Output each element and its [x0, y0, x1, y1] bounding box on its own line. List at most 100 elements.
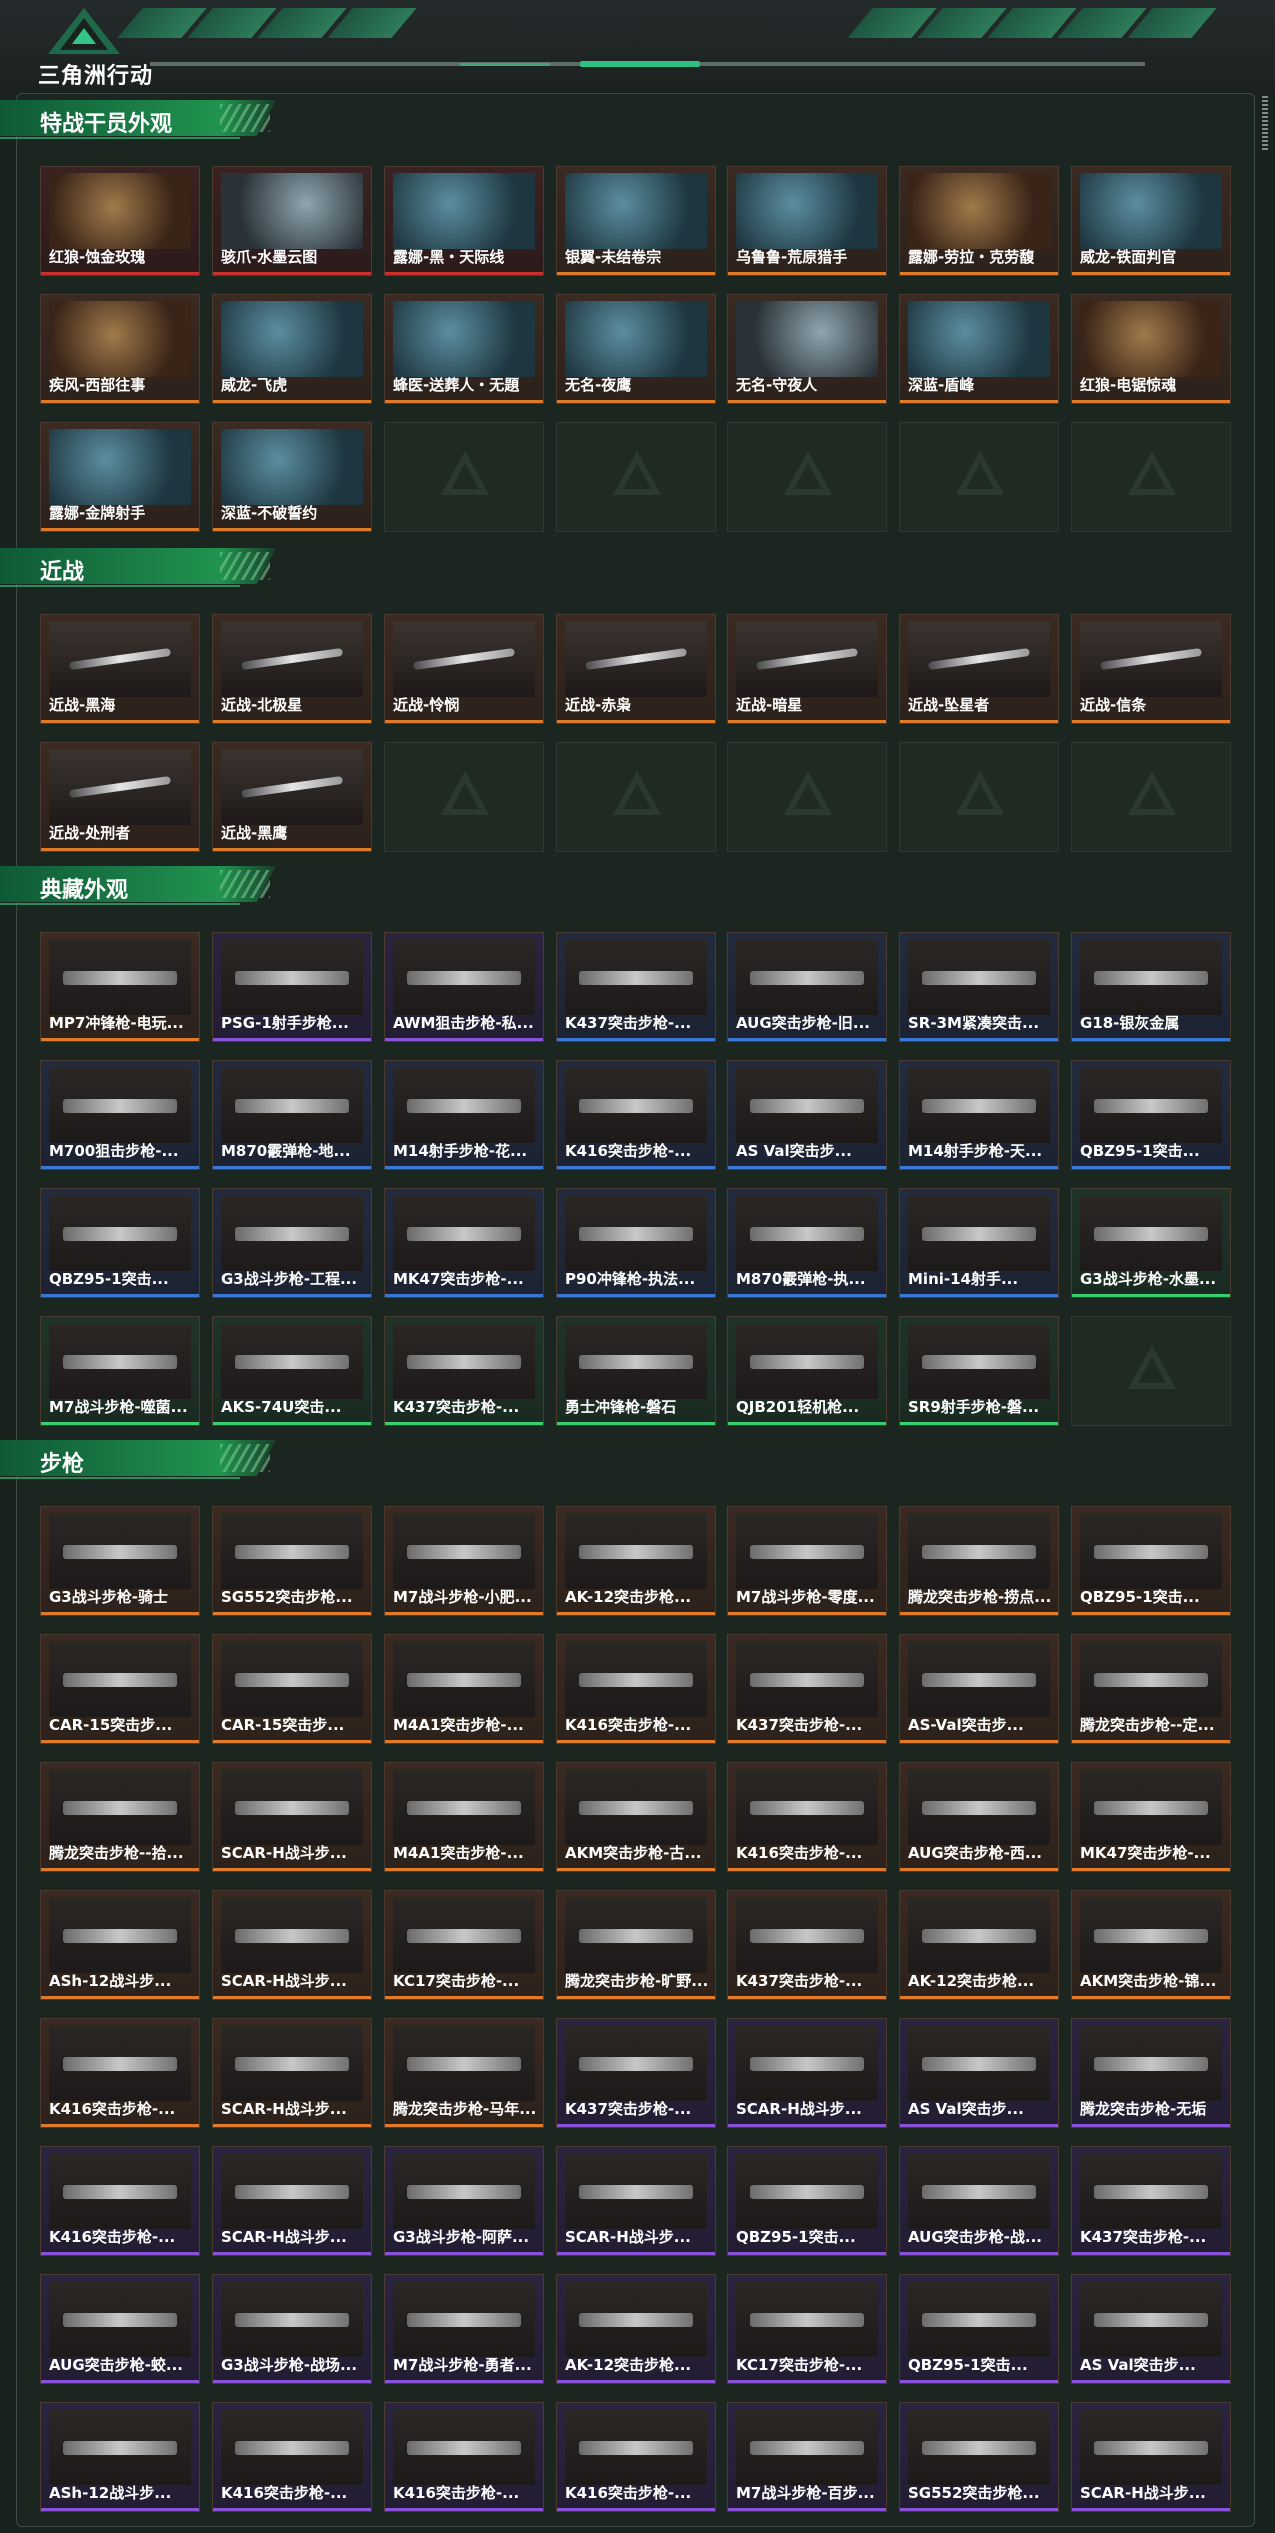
item-card[interactable]: AK-12突击步枪... — [556, 2274, 716, 2384]
item-card[interactable]: 近战-怜悯 — [384, 614, 544, 724]
item-card[interactable]: G3战斗步枪-骑士 — [40, 1506, 200, 1616]
item-card[interactable]: SCAR-H战斗步... — [1071, 2402, 1231, 2512]
item-card[interactable]: 无名-守夜人 — [727, 294, 887, 404]
item-card[interactable]: PSG-1射手步枪... — [212, 932, 372, 1042]
item-card[interactable]: M870霰弹枪-执... — [727, 1188, 887, 1298]
item-card[interactable]: MK47突击步枪-... — [384, 1188, 544, 1298]
item-card[interactable]: Mini-14射手... — [899, 1188, 1059, 1298]
item-card[interactable]: M7战斗步枪-噬菌... — [40, 1316, 200, 1426]
item-card[interactable]: MK47突击步枪-... — [1071, 1762, 1231, 1872]
item-card[interactable]: M7战斗步枪-勇者... — [384, 2274, 544, 2384]
item-card[interactable]: 近战-信条 — [1071, 614, 1231, 724]
item-card[interactable]: QBZ95-1突击... — [1071, 1506, 1231, 1616]
item-card[interactable]: QBZ95-1突击... — [1071, 1060, 1231, 1170]
item-card[interactable]: 威龙-飞虎 — [212, 294, 372, 404]
item-card[interactable]: AS Val突击步... — [899, 2018, 1059, 2128]
item-card[interactable]: 露娜-劳拉・克劳馥 — [899, 166, 1059, 276]
item-card[interactable]: G3战斗步枪-工程... — [212, 1188, 372, 1298]
item-card[interactable]: 红狼-蚀金玫瑰 — [40, 166, 200, 276]
item-card[interactable]: QBZ95-1突击... — [899, 2274, 1059, 2384]
item-card[interactable]: K437突击步枪-... — [727, 1890, 887, 2000]
item-card[interactable]: 近战-处刑者 — [40, 742, 200, 852]
item-card[interactable]: K416突击步枪-... — [384, 2402, 544, 2512]
item-card[interactable]: G18-银灰金属 — [1071, 932, 1231, 1042]
item-card[interactable]: K437突击步枪-... — [556, 932, 716, 1042]
item-card[interactable]: 腾龙突击步枪--定... — [1071, 1634, 1231, 1744]
item-card[interactable]: QBZ95-1突击... — [727, 2146, 887, 2256]
item-card[interactable]: G3战斗步枪-战场... — [212, 2274, 372, 2384]
item-card[interactable]: SR-3M紧凑突击... — [899, 932, 1059, 1042]
item-card[interactable]: K437突击步枪-... — [384, 1316, 544, 1426]
item-card[interactable]: 深蓝-盾峰 — [899, 294, 1059, 404]
item-card[interactable]: AS-Val突击步... — [899, 1634, 1059, 1744]
item-card[interactable]: 威龙-铁面判官 — [1071, 166, 1231, 276]
item-card[interactable]: CAR-15突击步... — [212, 1634, 372, 1744]
item-card[interactable]: M4A1突击步枪-... — [384, 1762, 544, 1872]
item-card[interactable]: K437突击步枪-... — [727, 1634, 887, 1744]
item-card[interactable]: SG552突击步枪... — [899, 2402, 1059, 2512]
item-card[interactable]: M7战斗步枪-小肥... — [384, 1506, 544, 1616]
item-card[interactable]: 深蓝-不破誓约 — [212, 422, 372, 532]
item-card[interactable]: 乌鲁鲁-荒原猎手 — [727, 166, 887, 276]
item-card[interactable]: M7战斗步枪-百步... — [727, 2402, 887, 2512]
item-card[interactable]: AKS-74U突击... — [212, 1316, 372, 1426]
item-card[interactable]: M870霰弹枪-地... — [212, 1060, 372, 1170]
item-card[interactable]: M14射手步枪-花... — [384, 1060, 544, 1170]
item-card[interactable]: KC17突击步枪-... — [384, 1890, 544, 2000]
item-card[interactable]: ASh-12战斗步... — [40, 2402, 200, 2512]
item-card[interactable]: 蜂医-送葬人・无題 — [384, 294, 544, 404]
item-card[interactable]: K416突击步枪-... — [727, 1762, 887, 1872]
item-card[interactable]: 腾龙突击步枪--拾... — [40, 1762, 200, 1872]
item-card[interactable]: 红狼-电锯惊魂 — [1071, 294, 1231, 404]
item-card[interactable]: SCAR-H战斗步... — [212, 1762, 372, 1872]
item-card[interactable]: 腾龙突击步枪-无垢 — [1071, 2018, 1231, 2128]
item-card[interactable]: M700狙击步枪-... — [40, 1060, 200, 1170]
item-card[interactable]: SCAR-H战斗步... — [212, 2146, 372, 2256]
item-card[interactable]: 近战-北极星 — [212, 614, 372, 724]
item-card[interactable]: 腾龙突击步枪-旷野... — [556, 1890, 716, 2000]
item-card[interactable]: G3战斗步枪-水墨... — [1071, 1188, 1231, 1298]
item-card[interactable]: QJB201轻机枪... — [727, 1316, 887, 1426]
item-card[interactable]: SCAR-H战斗步... — [212, 1890, 372, 2000]
item-card[interactable]: K437突击步枪-... — [1071, 2146, 1231, 2256]
item-card[interactable]: ASh-12战斗步... — [40, 1890, 200, 2000]
item-card[interactable]: 骇爪-水墨云图 — [212, 166, 372, 276]
item-card[interactable]: AK-12突击步枪... — [556, 1506, 716, 1616]
item-card[interactable]: K437突击步枪-... — [556, 2018, 716, 2128]
item-card[interactable]: K416突击步枪-... — [556, 1634, 716, 1744]
item-card[interactable]: K416突击步枪-... — [556, 1060, 716, 1170]
item-card[interactable]: AUG突击步枪-旧... — [727, 932, 887, 1042]
scrollbar[interactable] — [1262, 96, 1268, 152]
item-card[interactable]: AKM突击步枪-古... — [556, 1762, 716, 1872]
item-card[interactable]: 近战-黑鹰 — [212, 742, 372, 852]
item-card[interactable]: AUG突击步枪-蛟... — [40, 2274, 200, 2384]
item-card[interactable]: AS Val突击步... — [1071, 2274, 1231, 2384]
item-card[interactable]: M14射手步枪-天... — [899, 1060, 1059, 1170]
item-card[interactable]: M4A1突击步枪-... — [384, 1634, 544, 1744]
item-card[interactable]: AK-12突击步枪... — [899, 1890, 1059, 2000]
item-card[interactable]: 银翼-未结卷宗 — [556, 166, 716, 276]
item-card[interactable]: K416突击步枪-... — [40, 2018, 200, 2128]
item-card[interactable]: MP7冲锋枪-电玩... — [40, 932, 200, 1042]
item-card[interactable]: SR9射手步枪-磐... — [899, 1316, 1059, 1426]
item-card[interactable]: AWM狙击步枪-私... — [384, 932, 544, 1042]
item-card[interactable]: 疾风-西部往事 — [40, 294, 200, 404]
item-card[interactable]: P90冲锋枪-执法... — [556, 1188, 716, 1298]
item-card[interactable]: M7战斗步枪-零度... — [727, 1506, 887, 1616]
item-card[interactable]: K416突击步枪-... — [212, 2402, 372, 2512]
item-card[interactable]: SCAR-H战斗步... — [727, 2018, 887, 2128]
item-card[interactable]: 近战-黑海 — [40, 614, 200, 724]
item-card[interactable]: 露娜-金牌射手 — [40, 422, 200, 532]
item-card[interactable]: QBZ95-1突击... — [40, 1188, 200, 1298]
item-card[interactable]: AKM突击步枪-锦... — [1071, 1890, 1231, 2000]
item-card[interactable]: 无名-夜鹰 — [556, 294, 716, 404]
item-card[interactable]: 露娜-黑・天际线 — [384, 166, 544, 276]
item-card[interactable]: SCAR-H战斗步... — [212, 2018, 372, 2128]
item-card[interactable]: SCAR-H战斗步... — [556, 2146, 716, 2256]
item-card[interactable]: 勇士冲锋枪-磐石 — [556, 1316, 716, 1426]
item-card[interactable]: 近战-坠星者 — [899, 614, 1059, 724]
item-card[interactable]: AS Val突击步... — [727, 1060, 887, 1170]
item-card[interactable]: SG552突击步枪... — [212, 1506, 372, 1616]
item-card[interactable]: KC17突击步枪-... — [727, 2274, 887, 2384]
item-card[interactable]: G3战斗步枪-阿萨... — [384, 2146, 544, 2256]
